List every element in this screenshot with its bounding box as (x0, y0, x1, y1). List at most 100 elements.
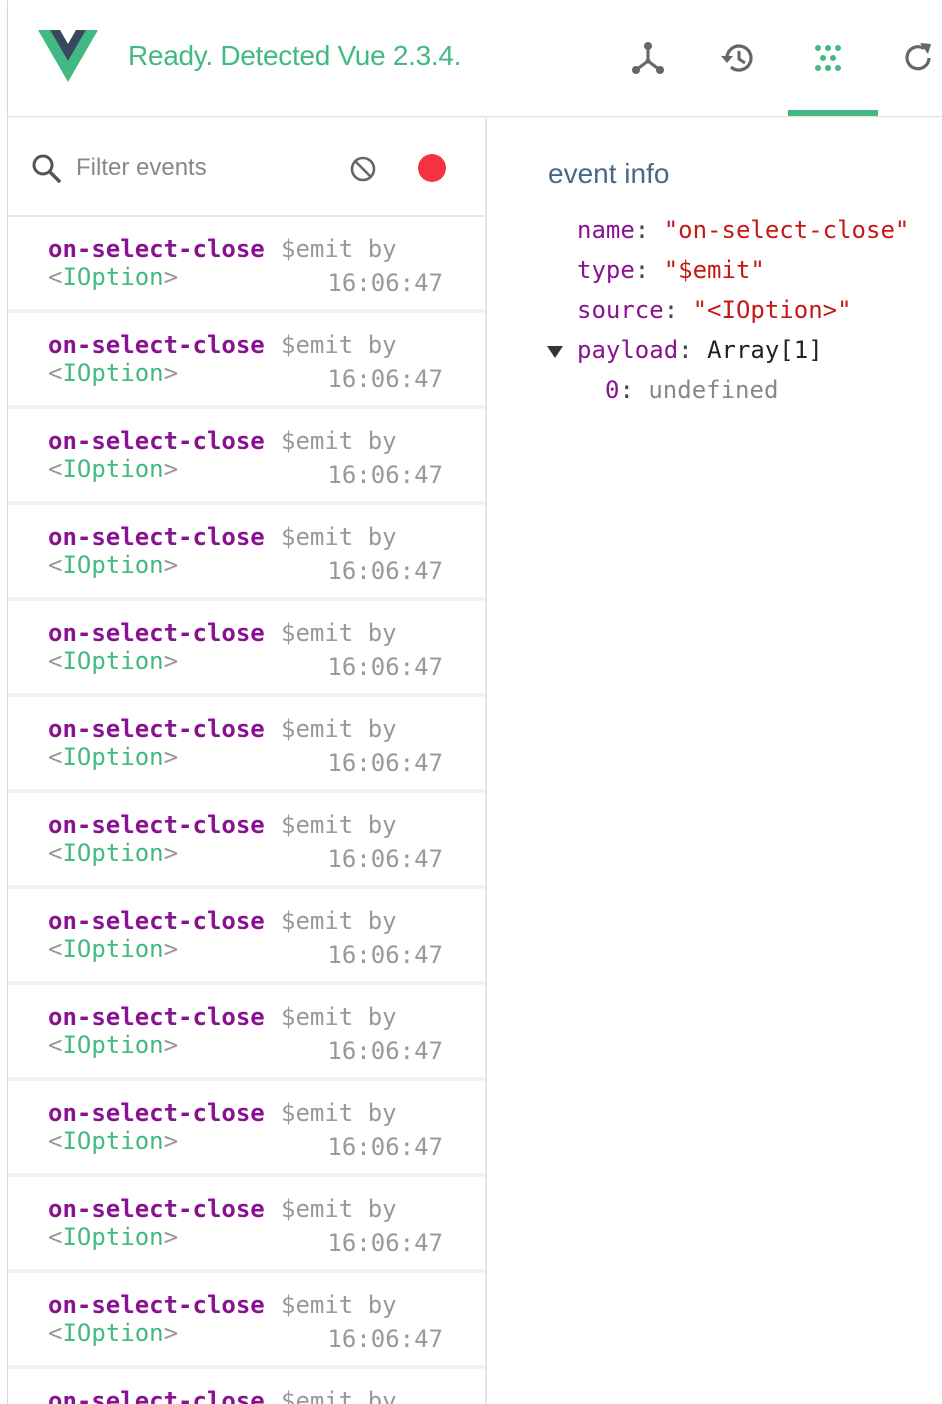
event-source-component: IOption (62, 1031, 164, 1059)
event-name: on-select-close (48, 907, 265, 935)
info-payload-item-value: undefined (648, 376, 779, 404)
event-source-component: IOption (62, 1319, 164, 1347)
event-list-item[interactable]: on-select-close $emit by <IOption> 16:06:47 (8, 985, 485, 1081)
record-icon[interactable] (418, 154, 446, 182)
event-source-component: IOption (62, 647, 164, 675)
event-type: $emit by (281, 331, 397, 359)
event-list-item[interactable]: on-select-close$emit by<IOption>16:06:47 (8, 1177, 485, 1273)
event-timestamp: 16:06:47 (327, 1037, 443, 1065)
event-source-component: IOption (62, 743, 164, 771)
info-name-value: "on-select-close" (663, 216, 910, 244)
event-list-item[interactable]: on-select-close $emit by <IOption> 16:06:47 (8, 505, 485, 601)
event-name: on-select-close (48, 1387, 265, 1404)
info-type-value: "$emit" (663, 256, 765, 284)
event-source: <IOption> (48, 647, 179, 675)
info-payload-item-row: 0: undefined (605, 376, 779, 404)
info-payload-key: payload (577, 336, 679, 364)
event-list-item[interactable]: on-select-close $emit by <IOption> 16:06:47 (8, 1273, 485, 1369)
event-source: <IOption> (48, 551, 179, 579)
event-source-component: IOption (62, 1223, 164, 1251)
events-icon (815, 45, 841, 71)
filter-events-input[interactable] (76, 148, 316, 188)
history-icon (721, 44, 753, 72)
event-source: <IOption> (48, 743, 179, 771)
event-name: on-select-close (48, 1099, 265, 1127)
event-source: <IOption> (48, 839, 179, 867)
event-source: <IOption> (48, 455, 179, 483)
event-type: $emit by (281, 523, 397, 551)
info-type-key: type (577, 256, 635, 284)
event-list-item[interactable]: on-select-close$emit by<IOption>16:06:47 (8, 793, 485, 889)
info-source-row: source: "<IOption>" (577, 296, 852, 324)
status-text: Ready. Detected Vue 2.3.4. (128, 40, 462, 71)
event-source-component: IOption (62, 359, 164, 387)
event-list-item[interactable]: on-select-close $emit by <IOption> 16:06:47 (8, 1081, 485, 1177)
devtools-header: Ready. Detected Vue 2.3.4. (8, 0, 942, 117)
event-source-component: IOption (62, 1127, 164, 1155)
event-type: $emit by (281, 811, 397, 839)
event-name: on-select-close (48, 1003, 265, 1031)
window-edge (0, 0, 8, 1404)
tab-refresh[interactable] (888, 28, 942, 88)
event-list-item[interactable]: on-select-close $emit by <IOption> 16:06:47 (8, 697, 485, 793)
event-timestamp: 16:06:47 (327, 365, 443, 393)
event-timestamp: 16:06:47 (327, 749, 443, 777)
event-type: $emit by (281, 907, 397, 935)
event-name: on-select-close (48, 427, 265, 455)
event-type: $emit by (281, 715, 397, 743)
event-list-item[interactable]: on-select-close$emit by<IOption>16:06:47 (8, 217, 485, 313)
info-payload-item-key: 0 (605, 376, 620, 404)
event-name: on-select-close (48, 1195, 265, 1223)
event-source-component: IOption (62, 455, 164, 483)
info-name-key: name (577, 216, 635, 244)
event-source-component: IOption (62, 839, 164, 867)
event-list-item[interactable]: on-select-close$emit by<IOption>16:06:47 (8, 409, 485, 505)
event-info-pane: event info name: "on-select-close" type:… (489, 118, 942, 1404)
event-source: <IOption> (48, 263, 179, 291)
event-timestamp: 16:06:47 (327, 269, 443, 297)
event-source: <IOption> (48, 1319, 179, 1347)
tab-components[interactable] (618, 28, 678, 88)
event-timestamp: 16:06:47 (327, 845, 443, 873)
filter-bar (8, 118, 485, 217)
refresh-icon (905, 43, 931, 71)
event-timestamp: 16:06:47 (327, 557, 443, 585)
event-timestamp: 16:06:47 (327, 1133, 443, 1161)
event-type: $emit by (281, 1387, 397, 1404)
event-name: on-select-close (48, 523, 265, 551)
event-source: <IOption> (48, 1127, 179, 1155)
clear-icon[interactable] (348, 154, 378, 184)
event-source: <IOption> (48, 1223, 179, 1251)
event-list-item[interactable]: on-select-close$emit by<IOption>16:06:47 (8, 1369, 485, 1404)
event-source: <IOption> (48, 359, 179, 387)
component-tree-icon (632, 42, 664, 74)
event-name: on-select-close (48, 715, 265, 743)
event-source-component: IOption (62, 935, 164, 963)
event-name: on-select-close (48, 1291, 265, 1319)
event-timestamp: 16:06:47 (327, 1325, 443, 1353)
event-type: $emit by (281, 1195, 397, 1223)
search-icon (32, 154, 61, 183)
info-source-value: "<IOption>" (692, 296, 852, 324)
active-tab-indicator (788, 110, 878, 116)
event-list-item[interactable]: on-select-close$emit by<IOption>16:06:47 (8, 313, 485, 409)
event-info-title: event info (548, 158, 670, 189)
vue-logo-icon (38, 30, 98, 82)
event-list-item[interactable]: on-select-close$emit by<IOption>16:06:47 (8, 601, 485, 697)
info-type-row: type: "$emit" (577, 256, 765, 284)
info-payload-row[interactable]: payload: Array[1] (577, 336, 823, 364)
event-list-item[interactable]: on-select-close$emit by<IOption>16:06:47 (8, 889, 485, 985)
event-type: $emit by (281, 427, 397, 455)
tab-vuex[interactable] (708, 28, 768, 88)
events-pane: on-select-close $emit by <IOption> 16:06:47… (8, 118, 487, 1404)
tab-events[interactable] (798, 28, 858, 88)
event-type: $emit by (281, 235, 397, 263)
event-type: $emit by (281, 1099, 397, 1127)
payload-toggle-arrow-icon[interactable] (547, 346, 563, 358)
event-list: on-select-close $emit by <IOption> 16:06:47… (8, 217, 485, 1404)
event-timestamp: 16:06:47 (327, 941, 443, 969)
event-source: <IOption> (48, 1031, 179, 1059)
event-type: $emit by (281, 1291, 397, 1319)
event-source-component: IOption (62, 263, 164, 291)
event-type: $emit by (281, 1003, 397, 1031)
